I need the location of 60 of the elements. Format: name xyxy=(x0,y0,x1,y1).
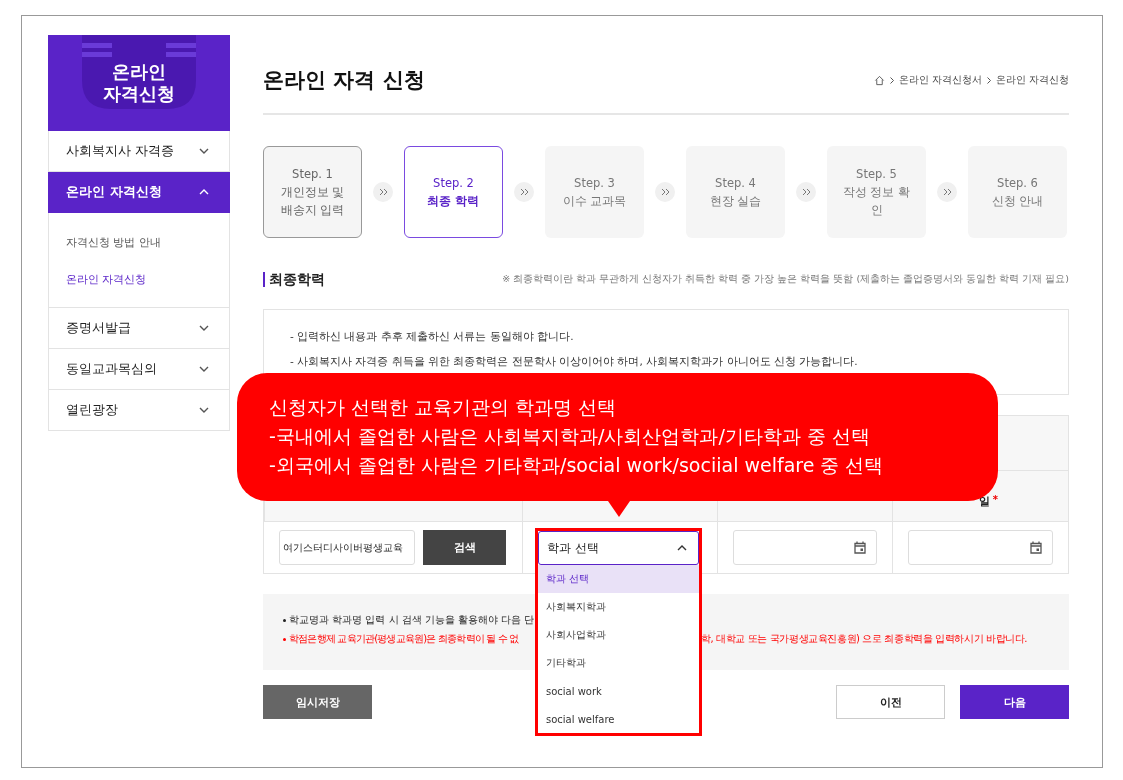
department-select[interactable]: 학과 선택 xyxy=(538,531,699,565)
calendar-icon xyxy=(854,541,866,554)
chevron-up-icon xyxy=(677,545,687,551)
breadcrumb-link[interactable]: 온라인 자격신청서 xyxy=(898,73,982,87)
menu-item[interactable]: 증명서발급 xyxy=(48,308,230,349)
step-card[interactable]: Step. 3 이수 교과목 xyxy=(545,146,644,238)
step-card[interactable]: Step. 1 개인정보 및 배송지 입력 xyxy=(263,146,362,238)
temp-save-button[interactable]: 임시저장 xyxy=(263,685,372,719)
date-field[interactable] xyxy=(908,530,1053,565)
step-card[interactable]: Step. 4 현장 실습 xyxy=(686,146,785,238)
double-chevron-icon xyxy=(519,188,529,196)
chevron-down-icon xyxy=(199,407,209,413)
bullet-icon xyxy=(283,637,286,641)
breadcrumb-link[interactable]: 온라인 자격신청 xyxy=(995,73,1069,87)
home-icon xyxy=(873,74,885,86)
page-title: 온라인 자격 신청 xyxy=(263,67,425,94)
callout-text: -외국에서 졸업한 사람은 기타학과/social work/sociial welfare 중 선택 xyxy=(269,453,885,478)
dropdown-option[interactable]: social welfare xyxy=(538,705,699,733)
tip-text: 학교명과 학과명 입력 시 검색 기능을 활용해야 다음 단 xyxy=(289,613,535,627)
chevron-right-icon xyxy=(889,76,894,84)
next-button[interactable]: 다음 xyxy=(960,685,1069,719)
menu-item[interactable]: 온라인 자격신청 xyxy=(48,172,230,213)
submenu-item[interactable]: 자격신청 방법 안내 xyxy=(66,235,212,250)
double-chevron-icon xyxy=(378,188,388,196)
callout-text: -국내에서 졸업한 사람은 사회복지학과/사회산업학과/기타학과 중 선택 xyxy=(269,424,871,449)
dropdown-option[interactable]: 사회복지학과 xyxy=(538,593,699,621)
chevron-right-icon xyxy=(986,76,991,84)
logo-text: 온라인 자격신청 xyxy=(102,61,176,105)
column-header: 일 xyxy=(978,494,990,509)
step-card[interactable]: Step. 6 신청 안내 xyxy=(968,146,1067,238)
chevron-down-icon xyxy=(199,148,209,154)
date-field[interactable] xyxy=(733,530,877,565)
chevron-up-icon xyxy=(199,189,209,195)
dropdown-option[interactable]: 사회사업학과 xyxy=(538,621,699,649)
step-card[interactable]: Step. 2 최종 학력 xyxy=(404,146,503,238)
section-note: ※ 최종학력이란 학과 무관하게 신청자가 취득한 학력 중 가장 높은 학력을 뜻함 (제출하는 졸업증명서와 동일한 학력 기재 필요) xyxy=(502,272,1069,286)
school-field[interactable]: 여기스터디사이버평생교육 xyxy=(279,530,415,565)
previous-button[interactable]: 이전 xyxy=(836,685,945,719)
required-mark: * xyxy=(992,494,998,505)
menu-item[interactable]: 동일교과목심의 xyxy=(48,349,230,390)
double-chevron-icon xyxy=(660,188,670,196)
tip-text: 학점은행제 교육기관(평생교육원)은 최종학력이 될 수 없 xyxy=(289,632,520,646)
chevron-down-icon xyxy=(199,325,209,331)
tip-text: 학, 대학교 또는 국가평생교육진흥원) 으로 최종학력을 입력하시기 바랍니다. xyxy=(701,632,1028,646)
bullet-icon xyxy=(283,618,286,622)
calendar-icon xyxy=(1030,541,1042,554)
double-chevron-icon xyxy=(942,188,952,196)
double-chevron-icon xyxy=(801,188,811,196)
dropdown-option[interactable]: social work xyxy=(538,677,699,705)
menu-item[interactable]: 열린광장 xyxy=(48,390,230,431)
dropdown-option[interactable]: 학과 선택 xyxy=(538,565,699,593)
dropdown-option[interactable]: 기타학과 xyxy=(538,649,699,677)
callout-text: 신청자가 선택한 교육기관의 학과명 선택 xyxy=(269,395,618,420)
notice-text: - 사회복지사 자격증 취득을 위한 최종학력은 전문학사 이상이어야 하며, 사회복지학과가 아니어도 신청 가능합니다. xyxy=(290,355,859,369)
chevron-down-icon xyxy=(199,366,209,372)
submenu-item[interactable]: 온라인 자격신청 xyxy=(66,272,212,287)
notice-text: - 입력하신 내용과 추후 제출하신 서류는 동일해야 합니다. xyxy=(290,330,575,344)
step-card[interactable]: Step. 5 작성 정보 확인 xyxy=(827,146,926,238)
search-button[interactable]: 검색 xyxy=(423,530,506,565)
section-title: 최종학력 xyxy=(263,271,325,287)
